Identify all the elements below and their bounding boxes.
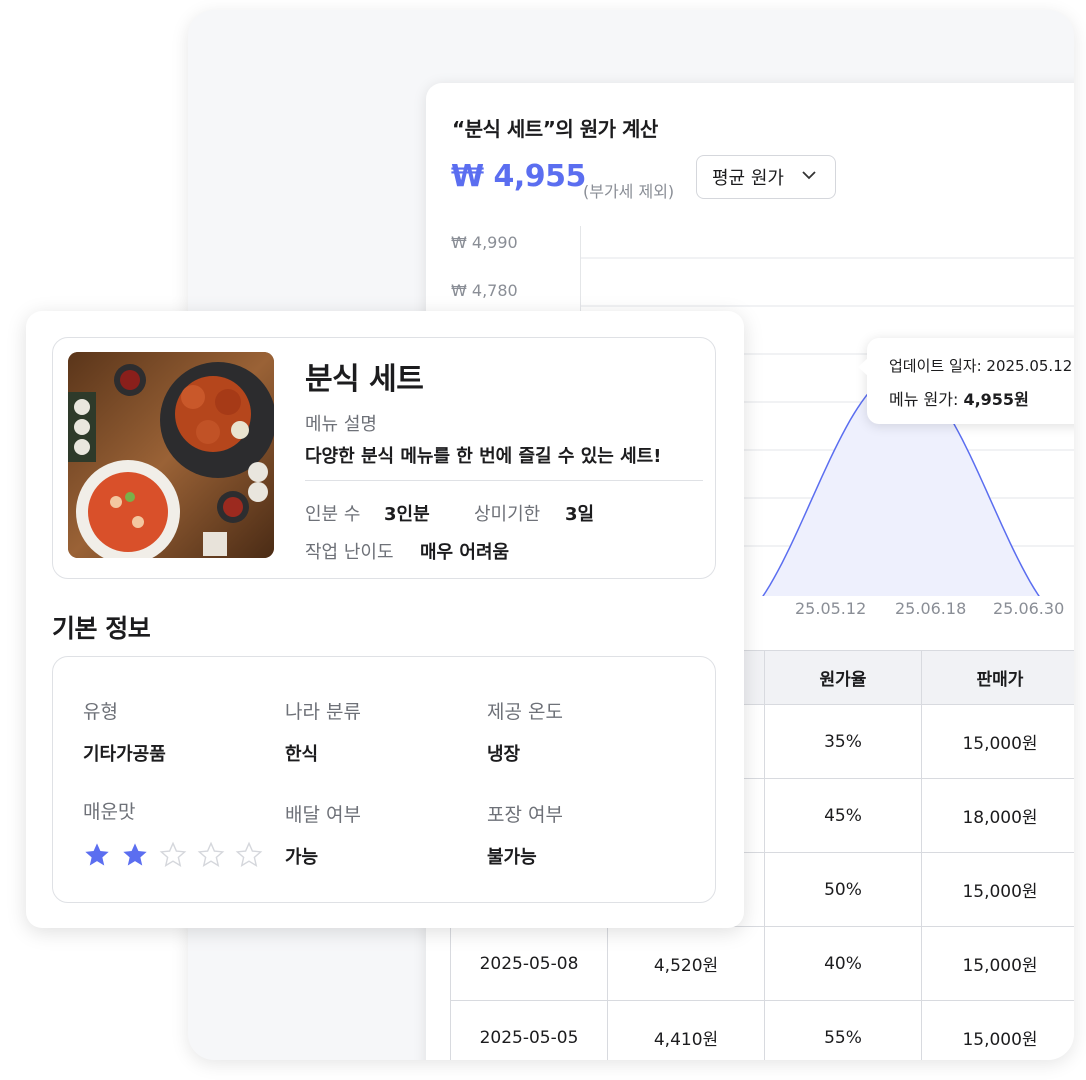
chevron-down-icon bbox=[802, 171, 816, 180]
table-cell: 50% bbox=[764, 852, 922, 927]
packaging-value: 불가능 bbox=[487, 847, 537, 868]
shelf-life-value: 3일 bbox=[565, 504, 595, 525]
menu-name: 분식 세트 bbox=[305, 362, 424, 397]
table-cell: 45% bbox=[764, 778, 922, 853]
menu-detail-card: 분식 세트 메뉴 설명 다양한 분식 메뉴를 한 번에 즐길 수 있는 세트! … bbox=[26, 311, 744, 928]
y-tick-label: ₩ 4,780 bbox=[451, 281, 518, 300]
menu-description: 다양한 분식 메뉴를 한 번에 즐길 수 있는 세트! bbox=[305, 446, 662, 467]
country-label: 나라 분류 bbox=[285, 701, 361, 723]
table-row: 2025-05-08 4,520원 40% 15,000원 bbox=[450, 926, 1074, 1001]
type-value: 기타가공품 bbox=[83, 744, 166, 765]
cost-title: “분식 세트”의 원가 계산 bbox=[452, 117, 658, 141]
table-cell: 15,000원 bbox=[921, 852, 1074, 927]
table-cell: 15,000원 bbox=[921, 1000, 1074, 1060]
star-filled-icon bbox=[123, 843, 147, 866]
table-header: 판매가 bbox=[921, 650, 1074, 705]
basic-info-box: 유형 기타가공품 나라 분류 한식 제공 온도 냉장 매운맛 배달 여부 가능 … bbox=[52, 656, 716, 903]
star-empty-icon bbox=[197, 841, 225, 867]
tooltip-date-value: 2025.05.12 bbox=[986, 357, 1073, 375]
tooltip-cost-label: 메뉴 원가: bbox=[889, 390, 959, 409]
y-tick-label: ₩ 4,990 bbox=[451, 233, 518, 252]
star-filled-icon bbox=[85, 843, 109, 866]
temperature-value: 냉장 bbox=[487, 744, 521, 765]
tooltip-cost-value: 4,955원 bbox=[963, 390, 1029, 409]
spicy-rating bbox=[83, 841, 263, 869]
menu-description-label: 메뉴 설명 bbox=[305, 414, 377, 435]
table-cell: 2025-05-08 bbox=[450, 926, 608, 1001]
delivery-label: 배달 여부 bbox=[285, 804, 361, 826]
tooltip-pointer bbox=[858, 358, 868, 376]
table-cell: 15,000원 bbox=[921, 704, 1074, 779]
star-empty-icon bbox=[159, 841, 187, 867]
table-cell: 35% bbox=[764, 704, 922, 779]
spicy-label: 매운맛 bbox=[83, 801, 136, 823]
basic-info-title: 기본 정보 bbox=[52, 614, 151, 643]
servings-label: 인분 수 bbox=[305, 504, 361, 525]
type-label: 유형 bbox=[83, 701, 118, 723]
country-value: 한식 bbox=[285, 744, 319, 765]
table-header: 원가율 bbox=[764, 650, 922, 705]
x-tick-label: 25.06.30 bbox=[993, 599, 1065, 618]
delivery-value: 가능 bbox=[285, 847, 319, 868]
table-cell: 18,000원 bbox=[921, 778, 1074, 853]
difficulty-label: 작업 난이도 bbox=[305, 542, 394, 563]
difficulty-value: 매우 어려움 bbox=[420, 542, 510, 563]
food-photo bbox=[68, 352, 274, 558]
dropdown-selected: 평균 원가 bbox=[712, 168, 784, 189]
servings-value: 3인분 bbox=[384, 504, 430, 525]
table-cell: 15,000원 bbox=[921, 926, 1074, 1001]
temperature-label: 제공 온도 bbox=[487, 701, 563, 723]
shelf-life-label: 상미기한 bbox=[474, 504, 541, 525]
menu-summary-box: 분식 세트 메뉴 설명 다양한 분식 메뉴를 한 번에 즐길 수 있는 세트! … bbox=[52, 337, 716, 579]
tooltip-date-label: 업데이트 일자: bbox=[889, 357, 982, 375]
cost-type-dropdown[interactable]: 평균 원가 bbox=[696, 155, 836, 199]
table-cell: 4,520원 bbox=[607, 926, 765, 1001]
table-cell: 55% bbox=[764, 1000, 922, 1060]
vat-note: (부가세 제외) bbox=[583, 182, 675, 201]
packaging-label: 포장 여부 bbox=[487, 804, 563, 826]
table-cell: 2025-05-05 bbox=[450, 1000, 608, 1060]
x-tick-label: 25.06.18 bbox=[895, 599, 967, 618]
table-cell: 4,410원 bbox=[607, 1000, 765, 1060]
x-tick-label: 25.05.12 bbox=[795, 599, 867, 618]
table-row: 2025-05-05 4,410원 55% 15,000원 bbox=[450, 1000, 1074, 1060]
divider bbox=[305, 480, 703, 481]
table-cell: 40% bbox=[764, 926, 922, 1001]
cost-price: ₩ 4,955 bbox=[451, 159, 586, 194]
star-empty-icon bbox=[235, 841, 263, 867]
chart-tooltip: 업데이트 일자: 2025.05.12 메뉴 원가: 4,955원 bbox=[858, 338, 1074, 424]
